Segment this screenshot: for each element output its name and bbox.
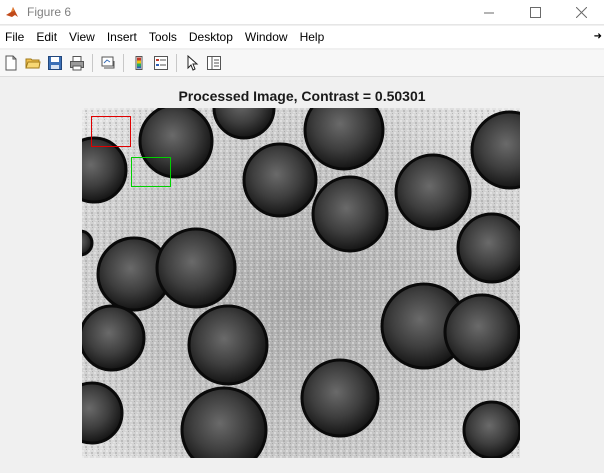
menu-view[interactable]: View bbox=[63, 26, 101, 48]
roi-box-green bbox=[131, 157, 171, 187]
edit-plot-button[interactable] bbox=[181, 52, 203, 74]
menu-help[interactable]: Help bbox=[294, 26, 331, 48]
minimize-icon bbox=[483, 12, 494, 13]
menu-file[interactable]: File bbox=[0, 26, 30, 48]
link-plot-icon bbox=[101, 56, 115, 69]
property-inspector-icon bbox=[207, 56, 221, 70]
menu-bar: File Edit View Insert Tools Desktop Wind… bbox=[0, 26, 604, 48]
window-title: Figure 6 bbox=[27, 5, 72, 19]
close-icon bbox=[575, 6, 587, 18]
toolbar-separator bbox=[92, 54, 93, 72]
print-icon bbox=[70, 56, 84, 71]
menu-desktop[interactable]: Desktop bbox=[183, 26, 239, 48]
roi-box-red bbox=[91, 116, 131, 147]
figure-toolbar bbox=[0, 50, 604, 77]
toolbar-separator bbox=[123, 54, 124, 72]
close-button[interactable] bbox=[558, 0, 604, 24]
minimize-button[interactable] bbox=[466, 0, 512, 24]
edit-plot-arrow-icon bbox=[187, 55, 199, 71]
link-plot-button[interactable] bbox=[97, 52, 119, 74]
save-button[interactable] bbox=[44, 52, 66, 74]
toolbar-separator bbox=[176, 54, 177, 72]
insert-legend-button[interactable] bbox=[150, 52, 172, 74]
insert-colorbar-icon bbox=[135, 56, 143, 70]
menu-overflow-icon[interactable]: ➜ bbox=[594, 26, 602, 48]
open-folder-icon bbox=[25, 58, 41, 69]
menu-insert[interactable]: Insert bbox=[101, 26, 143, 48]
menu-window[interactable]: Window bbox=[239, 26, 294, 48]
save-icon bbox=[48, 56, 62, 70]
new-figure-icon bbox=[5, 55, 17, 71]
maximize-button[interactable] bbox=[512, 0, 558, 24]
title-bar: Figure 6 bbox=[0, 0, 604, 25]
matlab-logo-icon bbox=[6, 7, 18, 17]
menu-edit[interactable]: Edit bbox=[30, 26, 63, 48]
menu-tools[interactable]: Tools bbox=[143, 26, 183, 48]
insert-colorbar-button[interactable] bbox=[128, 52, 150, 74]
plot-title: Processed Image, Contrast = 0.50301 bbox=[178, 88, 426, 104]
print-button[interactable] bbox=[66, 52, 88, 74]
insert-legend-icon bbox=[154, 56, 168, 70]
property-inspector-button[interactable] bbox=[203, 52, 225, 74]
new-figure-button[interactable] bbox=[0, 52, 22, 74]
open-button[interactable] bbox=[22, 52, 44, 74]
maximize-icon bbox=[529, 6, 541, 18]
